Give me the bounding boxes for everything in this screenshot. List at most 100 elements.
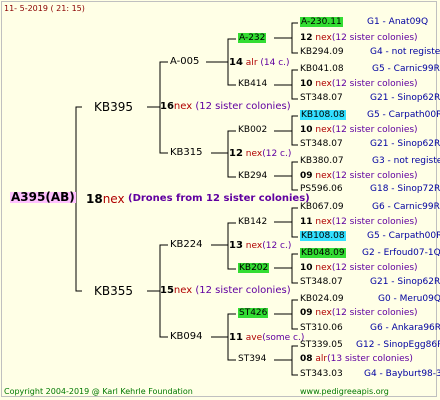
sd-generation: 12 nex(12 c.) bbox=[229, 148, 291, 160]
gen-number: 10 bbox=[300, 79, 313, 89]
sdd-generation: 09 nex(12 sister colonies) bbox=[300, 171, 418, 182]
sd-id[interactable]: KB315 bbox=[170, 147, 203, 158]
ddd-id[interactable]: ST394 bbox=[238, 354, 266, 365]
g4-4-id[interactable]: ST348.07 bbox=[300, 93, 343, 104]
gen-tag: nex bbox=[315, 125, 332, 135]
g4-7-id[interactable]: KB380.07 bbox=[300, 156, 344, 167]
g4-14-id[interactable]: ST310.06 bbox=[300, 323, 343, 334]
g4-12-id[interactable]: ST348.07 bbox=[300, 277, 343, 288]
g4-3-info: G5 - Carnic99R bbox=[372, 64, 440, 74]
g4-13-id[interactable]: KB024.09 bbox=[300, 294, 344, 305]
gen-number: 10 bbox=[300, 263, 313, 273]
dd-id[interactable]: KB094 bbox=[170, 331, 203, 342]
g4-14-info: G6 - Ankara96R bbox=[370, 323, 440, 333]
dds-generation: 09 nex(12 sister colonies) bbox=[300, 308, 418, 319]
gen-note: (12 sister colonies) bbox=[331, 217, 418, 227]
ssd-id[interactable]: KB414 bbox=[238, 79, 267, 90]
gen-note: (12 c.) bbox=[262, 149, 292, 159]
queen-id[interactable]: KB048.09 bbox=[300, 248, 346, 258]
gen-tag: alr bbox=[315, 354, 328, 364]
gen-tag: alr bbox=[245, 58, 258, 68]
gen-number: 09 bbox=[300, 308, 313, 318]
dsd-id[interactable]: KB202 bbox=[238, 263, 270, 274]
g4-2-id[interactable]: KB294.09 bbox=[300, 47, 344, 58]
gen-note: (12 sister colonies) bbox=[331, 79, 418, 89]
g4-16-id[interactable]: ST343.03 bbox=[300, 369, 343, 380]
g4-4-info: G21 - Sinop62R bbox=[370, 93, 440, 103]
gen-tag: nex bbox=[315, 171, 332, 181]
g4-11-id[interactable]: KB048.09 bbox=[300, 248, 346, 259]
gen-number: 11 bbox=[300, 217, 313, 227]
website-link[interactable]: www.pedigreeapis.org bbox=[300, 386, 389, 397]
queen-id[interactable]: KB108.08 bbox=[300, 231, 346, 241]
g4-10-id[interactable]: KB108.08 bbox=[300, 231, 346, 242]
gen-number: 08 bbox=[300, 354, 313, 364]
report-date: 11- 5-2019 ( 21: 15) bbox=[4, 4, 85, 13]
root-gen-tag: nex bbox=[102, 192, 125, 206]
dd-generation: 11 ave(some c.) bbox=[229, 332, 304, 344]
gen-tag: nex bbox=[315, 33, 332, 43]
g4-15-id[interactable]: ST339.05 bbox=[300, 340, 343, 351]
gen-note: (12 c.) bbox=[262, 241, 292, 251]
queen-id[interactable]: A-232 bbox=[238, 33, 267, 43]
queen-id[interactable]: KB108.08 bbox=[300, 110, 346, 120]
g4-11-info: G2 - Erfoud07-1Q bbox=[362, 248, 440, 258]
gen-number: 15 bbox=[160, 285, 174, 296]
sds-id[interactable]: KB002 bbox=[238, 125, 267, 136]
g4-5-id[interactable]: KB108.08 bbox=[300, 110, 346, 121]
gen-tag: nex bbox=[245, 241, 263, 251]
gen-tag: nex bbox=[315, 79, 332, 89]
g4-3-id[interactable]: KB041.08 bbox=[300, 64, 344, 75]
copyright-text: Copyright 2004-2019 @ Karl Kehrle Founda… bbox=[4, 387, 193, 396]
g4-7-info: G3 - not registe bbox=[372, 156, 440, 166]
gen-tag: nex bbox=[245, 149, 263, 159]
dss-generation: 11 nex(12 sister colonies) bbox=[300, 217, 418, 228]
gen-note: (some c.) bbox=[262, 333, 305, 343]
gen-number: 13 bbox=[229, 240, 243, 251]
gen-number: 12 bbox=[229, 148, 243, 159]
g4-6-info: G21 - Sinop62R bbox=[370, 139, 440, 149]
dam-id[interactable]: KB355 bbox=[94, 284, 133, 298]
gen-tag: nex bbox=[315, 263, 332, 273]
sdd-id[interactable]: KB294 bbox=[238, 171, 267, 182]
dss-id[interactable]: KB142 bbox=[238, 217, 267, 228]
queen-id[interactable]: ST426 bbox=[238, 308, 269, 318]
ds-generation: 13 nex(12 c.) bbox=[229, 240, 291, 252]
gen-number: 10 bbox=[300, 125, 313, 135]
g4-12-info: G21 - Sinop62R bbox=[370, 277, 440, 287]
queen-id[interactable]: A-230.11 bbox=[300, 17, 343, 27]
sss-id[interactable]: A-232 bbox=[238, 33, 267, 44]
dds-id[interactable]: ST426 bbox=[238, 308, 269, 319]
g4-6-id[interactable]: ST348.07 bbox=[300, 139, 343, 150]
gen-tag: nex bbox=[315, 308, 332, 318]
ss-generation: 14 alr (14 c.) bbox=[229, 57, 290, 69]
sire-id[interactable]: KB395 bbox=[94, 100, 133, 114]
gen-tag: ave bbox=[245, 333, 263, 343]
g4-8-id[interactable]: PS596.06 bbox=[300, 184, 343, 195]
gen-number: 11 bbox=[229, 332, 243, 343]
g4-13-info: G0 - Meru09Q bbox=[378, 294, 440, 304]
queen-id[interactable]: KB202 bbox=[238, 263, 270, 273]
gen-tag: nex bbox=[173, 101, 193, 112]
g4-10-info: G5 - Carpath00R bbox=[367, 231, 440, 241]
gen-note: (12 sister colonies) bbox=[195, 101, 291, 112]
gen-number: 14 bbox=[229, 57, 243, 68]
g4-2-info: G4 - not registe bbox=[370, 47, 440, 57]
g4-1-id[interactable]: A-230.11 bbox=[300, 17, 343, 28]
g4-5-info: G5 - Carpath00R bbox=[367, 110, 440, 120]
sds-generation: 10 nex(12 sister colonies) bbox=[300, 125, 418, 136]
gen-note: (12 sister colonies) bbox=[331, 263, 418, 273]
gen-note: (12 sister colonies) bbox=[331, 33, 418, 43]
ds-id[interactable]: KB224 bbox=[170, 239, 203, 250]
ss-id[interactable]: A-005 bbox=[170, 56, 199, 67]
g4-9-id[interactable]: KB067.09 bbox=[300, 202, 344, 213]
g4-15-info: G12 - SinopEgg86R bbox=[356, 340, 440, 350]
gen-note: (12 sister colonies) bbox=[195, 285, 291, 296]
g4-9-info: G6 - Carnic99R bbox=[372, 202, 440, 212]
root-note: (Drones from 12 sister colonies) bbox=[128, 193, 310, 204]
gen-number: 16 bbox=[160, 101, 174, 112]
root-gen-number: 18 bbox=[86, 192, 103, 206]
ddd-generation: 08 alr(13 sister colonies) bbox=[300, 354, 413, 365]
gen-tag: nex bbox=[173, 285, 193, 296]
root-queen-id[interactable]: A395(AB) bbox=[10, 191, 76, 203]
